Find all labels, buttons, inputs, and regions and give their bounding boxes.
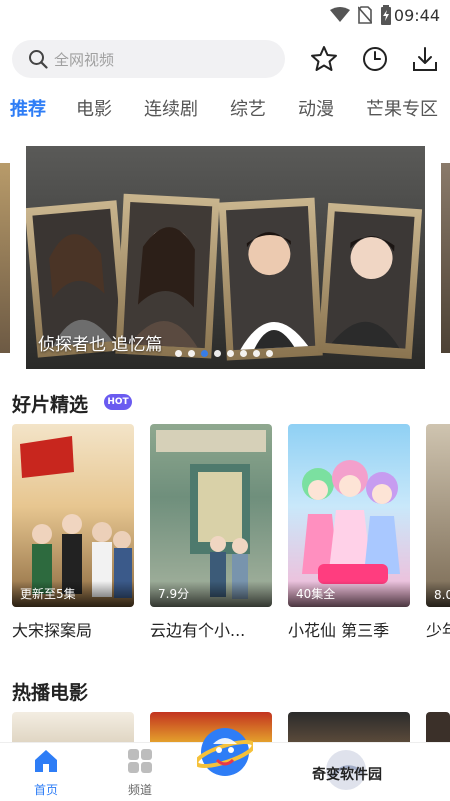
carousel-dot[interactable] — [214, 350, 221, 357]
tab-anime[interactable]: 动漫 — [298, 95, 334, 125]
carousel-dot[interactable] — [175, 350, 182, 357]
carousel-dot[interactable] — [227, 350, 234, 357]
hot-movies-section-title: 热播电影 — [12, 682, 89, 704]
carousel-dot[interactable] — [253, 350, 260, 357]
episode-badge: 更新至5集 — [20, 587, 76, 601]
rating-badge: 7.9分 — [158, 587, 190, 601]
star-icon[interactable] — [309, 44, 339, 74]
featured-card[interactable]: 更新至5集 大宋探案局 — [12, 424, 134, 641]
nav-channels-label: 频道 — [127, 783, 152, 797]
planet-mascot-icon[interactable] — [197, 724, 253, 780]
tab-recommend[interactable]: 推荐 — [10, 95, 46, 125]
nav-home-label: 首页 — [33, 783, 58, 797]
no-sim-icon — [358, 6, 372, 24]
poster-image: 40集全 — [288, 424, 410, 607]
search-input[interactable]: 全网视频 — [12, 40, 285, 78]
history-clock-icon[interactable] — [360, 44, 390, 74]
poster-image: 更新至5集 — [12, 424, 134, 607]
poster-image: 8.0 — [426, 424, 450, 607]
banner-next-peek[interactable] — [441, 163, 450, 353]
poster-image: 7.9分 — [150, 424, 272, 607]
search-icon — [29, 50, 48, 69]
carousel-dot[interactable] — [240, 350, 247, 357]
featured-card[interactable]: 7.9分 云边有个小... — [150, 424, 272, 641]
wifi-icon — [330, 7, 350, 22]
battery-icon — [381, 5, 391, 25]
status-time: 09:44 — [393, 6, 440, 25]
carousel-dot[interactable] — [188, 350, 195, 357]
poster-art — [156, 430, 266, 599]
nav-channels[interactable]: 频道 — [110, 747, 170, 798]
carousel-indicator — [175, 350, 273, 357]
featured-card[interactable]: 8.0 少年 — [426, 424, 450, 641]
poster-art — [20, 436, 132, 598]
tab-series[interactable]: 连续剧 — [144, 95, 198, 125]
poster-art — [302, 460, 400, 584]
home-icon — [35, 750, 57, 772]
rating-badge: 8.0 — [434, 588, 450, 602]
episode-badge: 40集全 — [296, 587, 336, 601]
nav-home[interactable]: 首页 — [16, 747, 76, 798]
carousel-dot[interactable] — [266, 350, 273, 357]
grid-icon — [128, 749, 152, 773]
download-icon[interactable] — [410, 44, 440, 74]
movie-poster[interactable] — [288, 712, 410, 742]
card-title: 云边有个小... — [150, 621, 246, 640]
movie-poster[interactable] — [426, 712, 450, 742]
banner-prev-peek[interactable] — [0, 163, 10, 353]
hot-badge: HOT — [104, 394, 132, 410]
status-icons — [330, 5, 392, 25]
watermark-text: 奇变软件园 — [312, 767, 382, 783]
featured-section-title: 好片精选 — [12, 394, 89, 416]
card-title: 小花仙 第三季 — [288, 621, 390, 640]
banner-carousel[interactable]: 侦探者也 追忆篇 — [26, 146, 425, 369]
tab-movies[interactable]: 电影 — [76, 95, 112, 125]
category-tabs: 推荐 电影 连续剧 综艺 动漫 芒果专区 — [0, 95, 450, 125]
tab-variety[interactable]: 综艺 — [230, 95, 266, 125]
banner-title: 侦探者也 追忆篇 — [38, 335, 163, 355]
movie-poster[interactable] — [12, 712, 134, 742]
status-bar: 09:44 — [0, 0, 450, 30]
card-title: 大宋探案局 — [12, 621, 93, 640]
tab-mango-zone[interactable]: 芒果专区 — [366, 95, 438, 125]
featured-card[interactable]: 40集全 小花仙 第三季 — [288, 424, 410, 641]
carousel-dot-active[interactable] — [201, 350, 208, 357]
search-placeholder: 全网视频 — [54, 50, 115, 69]
card-title: 少年 — [426, 621, 450, 640]
